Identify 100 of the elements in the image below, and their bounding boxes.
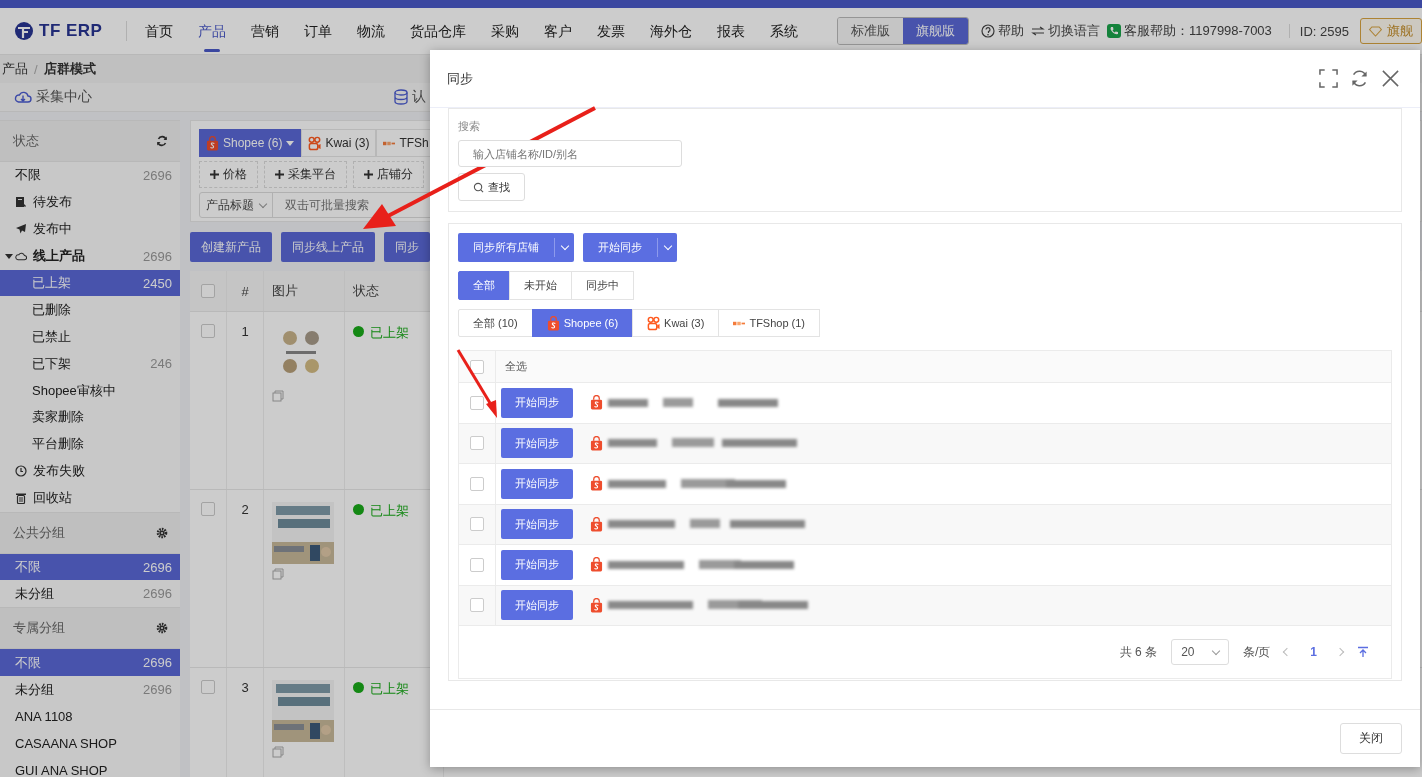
refresh-icon[interactable]: [1350, 69, 1369, 88]
language-link[interactable]: 切换语言: [1047, 22, 1100, 40]
plus-icon: [210, 170, 219, 179]
sidebar-item[interactable]: 线上产品 2696: [0, 242, 180, 270]
find-button[interactable]: 查找: [458, 173, 525, 201]
start-sync-button[interactable]: 开始同步: [501, 428, 573, 459]
checkbox[interactable]: [470, 436, 484, 451]
platform-filter-option[interactable]: Shopee (6): [531, 309, 634, 337]
start-sync-button[interactable]: 开始同步: [501, 509, 573, 540]
fullscreen-icon[interactable]: [1319, 69, 1338, 88]
nav-item[interactable]: 海外仓: [650, 8, 693, 54]
nav-item[interactable]: 营销: [251, 8, 280, 54]
nav-item[interactable]: 系统: [770, 8, 799, 54]
sidebar-item[interactable]: 卖家删除: [0, 404, 180, 431]
workflow-step[interactable]: 采集中心: [14, 88, 394, 106]
add-filter-button[interactable]: 采集平台: [264, 161, 347, 188]
breadcrumb-item[interactable]: 店群模式: [43, 60, 96, 78]
sidebar-item[interactable]: 不限 2696: [0, 553, 180, 581]
checkbox[interactable]: [201, 680, 215, 694]
copy-icon[interactable]: [272, 746, 284, 758]
item-label: 线上产品: [33, 247, 86, 266]
settings-icon[interactable]: [156, 526, 168, 539]
nav-item[interactable]: 货品仓库: [410, 8, 467, 54]
sidebar-item[interactable]: GUI ANA SHOP: [0, 756, 180, 777]
checkbox[interactable]: [470, 359, 484, 374]
breadcrumb-item[interactable]: 产品: [2, 60, 28, 78]
caret-icon[interactable]: [5, 253, 13, 259]
status-filter-option[interactable]: 未开始: [509, 271, 572, 300]
shopping-bag-icon: [590, 516, 603, 532]
action-button[interactable]: 创建新产品: [190, 232, 272, 262]
platform-filter-option[interactable]: TFShop (1): [718, 309, 821, 337]
edition-option[interactable]: 旗舰版: [902, 18, 968, 44]
platform-tab[interactable]: Kwai (3): [301, 129, 377, 157]
swap-icon[interactable]: [1030, 24, 1045, 38]
page-number[interactable]: 1: [1304, 645, 1323, 659]
sidebar-item[interactable]: 发布中: [0, 215, 180, 243]
nav-item[interactable]: 报表: [717, 8, 746, 54]
start-sync-button[interactable]: 开始同步: [501, 468, 573, 499]
nav-item[interactable]: 首页: [145, 8, 174, 54]
item-label: 已上架: [32, 274, 72, 292]
close-icon[interactable]: [1381, 69, 1400, 88]
sidebar-item[interactable]: 已下架 246: [0, 350, 180, 378]
checkbox[interactable]: [470, 395, 484, 410]
refresh-icon[interactable]: [156, 135, 168, 147]
checkbox[interactable]: [470, 517, 484, 532]
sidebar-item[interactable]: Shopee审核中: [0, 377, 180, 404]
sidebar-item[interactable]: 平台删除: [0, 430, 180, 458]
search-label: 搜索: [458, 119, 480, 134]
sidebar-item[interactable]: 已禁止: [0, 323, 180, 351]
sidebar-item[interactable]: 已删除: [0, 296, 180, 324]
platform-filter-option[interactable]: Kwai (3): [632, 309, 720, 337]
checkbox[interactable]: [201, 324, 215, 338]
workflow-step[interactable]: 认: [394, 88, 774, 106]
sidebar-item[interactable]: 发布失败: [0, 457, 180, 485]
close-button[interactable]: 关闭: [1340, 723, 1402, 754]
checkbox[interactable]: [201, 284, 215, 298]
help-icon[interactable]: [980, 24, 995, 38]
sidebar-item[interactable]: 已上架 2450: [0, 269, 180, 297]
store-search-field[interactable]: 输入店铺名称/ID/别名: [458, 140, 682, 167]
action-button[interactable]: 同步线上产品: [281, 232, 375, 262]
page-size-select[interactable]: 20: [1170, 639, 1229, 665]
start-sync-button[interactable]: 开始同步: [501, 590, 573, 621]
settings-icon[interactable]: [156, 622, 168, 635]
copy-icon[interactable]: [272, 390, 284, 402]
add-filter-button[interactable]: 价格: [199, 161, 258, 188]
status-filter-option[interactable]: 全部: [458, 271, 510, 300]
sidebar-item[interactable]: 不限 2696: [0, 162, 180, 189]
action-button[interactable]: 同步: [384, 232, 430, 262]
nav-item[interactable]: 订单: [304, 8, 333, 54]
dropdown-arrow-icon[interactable]: [286, 140, 295, 146]
sidebar-item[interactable]: 回收站: [0, 484, 180, 512]
start-sync-button[interactable]: 开始同步: [501, 549, 573, 580]
sidebar-item[interactable]: ANA 1108: [0, 703, 180, 731]
item-label: CASAANA SHOP: [15, 735, 118, 751]
checkbox[interactable]: [470, 557, 484, 572]
sidebar-item[interactable]: 待发布: [0, 188, 180, 216]
start-sync-button[interactable]: 开始同步: [501, 387, 573, 418]
nav-item[interactable]: 采购: [491, 8, 520, 54]
edition-option[interactable]: 标准版: [837, 18, 903, 44]
item-count: 2450: [143, 275, 172, 291]
status-filter-option[interactable]: 同步中: [571, 271, 634, 300]
nav-item[interactable]: 发票: [597, 8, 626, 54]
checkbox[interactable]: [470, 476, 484, 491]
copy-icon[interactable]: [272, 568, 284, 580]
nav-item[interactable]: 客户: [544, 8, 573, 54]
sidebar-item[interactable]: 未分组 2696: [0, 676, 180, 704]
checkbox[interactable]: [470, 598, 484, 613]
platform-tab[interactable]: Shopee (6): [199, 129, 302, 157]
item-count: 2696: [143, 655, 172, 671]
back-to-top-icon[interactable]: [1357, 646, 1369, 658]
sidebar-item[interactable]: 不限 2696: [0, 649, 180, 677]
nav-item[interactable]: 产品: [198, 8, 227, 54]
help-link[interactable]: 帮助: [997, 22, 1024, 40]
sidebar-item[interactable]: 未分组 2696: [0, 580, 180, 608]
add-filter-button[interactable]: 店铺分: [353, 161, 424, 188]
item-label: 待发布: [33, 193, 73, 212]
account-id: ID: 2595: [1299, 23, 1349, 39]
sidebar-item[interactable]: CASAANA SHOP: [0, 730, 180, 757]
checkbox[interactable]: [201, 502, 215, 516]
nav-item[interactable]: 物流: [357, 8, 386, 54]
